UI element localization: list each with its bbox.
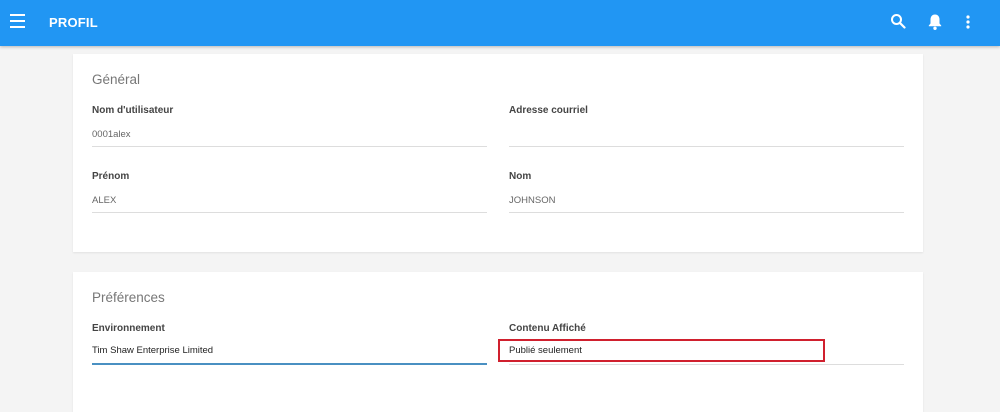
lastname-label: Nom: [509, 171, 532, 182]
bell-icon[interactable]: [927, 13, 947, 33]
environment-underline: [92, 363, 487, 365]
page-title: PROFIL: [49, 15, 98, 30]
username-underline: [92, 146, 487, 147]
preferences-section-title: Préférences: [92, 290, 165, 305]
email-label: Adresse courriel: [509, 105, 588, 116]
firstname-underline: [92, 212, 487, 213]
highlight-box: [498, 339, 825, 362]
email-underline: [509, 146, 904, 147]
firstname-value[interactable]: ALEX: [92, 195, 116, 206]
general-card: Général Nom d'utilisateur 0001alex Adres…: [73, 54, 923, 252]
username-label: Nom d'utilisateur: [92, 105, 174, 116]
general-section-title: Général: [92, 72, 141, 87]
environment-label: Environnement: [92, 323, 165, 334]
username-value[interactable]: 0001alex: [92, 129, 131, 140]
search-icon[interactable]: [890, 13, 910, 33]
firstname-field[interactable]: Prénom ALEX: [92, 171, 487, 213]
username-field[interactable]: Nom d'utilisateur 0001alex: [92, 105, 487, 147]
more-vert-icon[interactable]: [965, 13, 985, 33]
environment-field[interactable]: Environnement Tim Shaw Enterprise Limite…: [92, 323, 487, 368]
app-bar: PROFIL: [0, 0, 1000, 46]
menu-icon[interactable]: [10, 14, 28, 30]
firstname-label: Prénom: [92, 171, 130, 182]
lastname-value[interactable]: JOHNSON: [509, 195, 555, 206]
lastname-underline: [509, 212, 904, 213]
content-underline: [509, 364, 904, 365]
environment-value[interactable]: Tim Shaw Enterprise Limited: [92, 345, 213, 356]
email-field[interactable]: Adresse courriel: [509, 105, 904, 147]
content-label: Contenu Affiché: [509, 323, 586, 334]
lastname-field[interactable]: Nom JOHNSON: [509, 171, 904, 213]
